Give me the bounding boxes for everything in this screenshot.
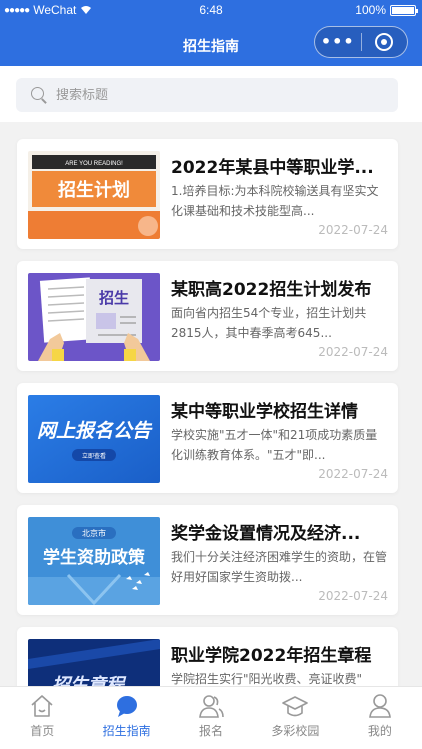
article-summary: 学校实施"五才一体"和21项成功素质量化训练教育体系。"五才"即... [171, 428, 378, 462]
article-thumbnail: ARE YOU READING! 招生计划 [28, 151, 160, 239]
users-icon [199, 695, 224, 718]
article-thumbnail: 北京市 学生资助政策 [28, 517, 160, 605]
article-card[interactable]: 招生 某职高2022招生计划发布 面向省内招生54个专业，招生计划共2815人，… [17, 261, 398, 371]
tab-campus[interactable]: 多彩校园 [253, 687, 337, 749]
bottom-tab-bar: 首页 招生指南 报名 多彩校园 我的 [0, 686, 422, 749]
tab-label: 多彩校园 [271, 724, 320, 738]
user-icon [368, 694, 391, 718]
article-thumbnail: 招生章程 [28, 639, 160, 686]
article-summary: 1.培养目标:为本科院校输送具有坚实文化课基础和技术技能型高... [171, 184, 379, 218]
home-icon [31, 695, 53, 717]
tab-label: 我的 [367, 724, 392, 738]
battery-icon [390, 4, 418, 16]
graduation-cap-icon [282, 696, 309, 717]
thumb-title-text: 招生章程 [52, 675, 127, 686]
search-bar [0, 66, 422, 122]
article-title: 奖学金设置情况及经济... [171, 524, 361, 544]
search-icon [30, 86, 48, 104]
thumb-title-text: 网上报名公告 [37, 420, 153, 442]
article-date: 2022-07-24 [318, 589, 388, 603]
tab-register[interactable]: 报名 [169, 687, 253, 749]
article-list: ARE YOU READING! 招生计划 2022年某县中等职业学... 1.… [0, 122, 422, 686]
article-card[interactable]: 招生章程 职业学院2022年招生章程 学院招生实行"阳光收费、亮证收费" 202… [17, 627, 398, 686]
article-card[interactable]: 北京市 学生资助政策 奖学金设置情况及经济... 我们十分关注经济困难学生的资助… [17, 505, 398, 615]
close-button[interactable] [361, 33, 407, 51]
more-button[interactable]: ••• [315, 27, 361, 57]
top-bar: ●●●●● WeChat 6:48 100% 招生指南 ••• [0, 0, 422, 66]
thumb-title-text: 学生资助政策 [43, 547, 146, 568]
article-date: 2022-07-24 [318, 345, 388, 359]
thumb-title-text: 招生计划 [58, 179, 130, 201]
article-card[interactable]: 网上报名公告 立即查看 某中等职业学校招生详情 学校实施"五才一体"和21项成功… [17, 383, 398, 493]
thumb-title-text: 招生 [99, 289, 129, 307]
status-bar: ●●●●● WeChat 6:48 100% [0, 0, 422, 22]
article-summary: 面向省内招生54个专业，招生计划共2815人，其中春季高考645... [171, 306, 367, 340]
article-summary: 学院招生实行"阳光收费、亮证收费" [171, 672, 363, 686]
chat-bubble-icon [116, 696, 137, 717]
article-date: 2022-07-24 [318, 223, 388, 237]
tab-label: 招生指南 [102, 724, 151, 738]
article-card[interactable]: ARE YOU READING! 招生计划 2022年某县中等职业学... 1.… [17, 139, 398, 249]
tab-home[interactable]: 首页 [0, 687, 84, 749]
thumb-banner-text: ARE YOU READING! [65, 161, 123, 167]
close-icon [375, 33, 394, 51]
tab-label: 报名 [199, 724, 224, 738]
search-box[interactable] [16, 78, 398, 112]
article-thumbnail: 招生 [28, 273, 160, 361]
miniprogram-capsule: ••• [314, 26, 408, 58]
tab-profile[interactable]: 我的 [338, 687, 422, 749]
article-summary: 我们十分关注经济困难学生的资助，在管好用好国家学生资助拨... [171, 550, 388, 584]
article-date: 2022-07-24 [318, 467, 388, 481]
thumb-subtitle-text: 立即查看 [82, 452, 106, 460]
article-title: 职业学院2022年招生章程 [171, 646, 372, 666]
article-title: 2022年某县中等职业学... [171, 158, 374, 178]
search-input[interactable] [56, 87, 376, 103]
battery-percent: 100% [355, 3, 386, 17]
tab-label: 首页 [30, 724, 55, 738]
article-title: 某职高2022招生计划发布 [171, 280, 372, 300]
article-thumbnail: 网上报名公告 立即查看 [28, 395, 160, 483]
tab-admission-guide[interactable]: 招生指南 [84, 687, 168, 749]
article-title: 某中等职业学校招生详情 [171, 402, 358, 422]
thumb-subtitle-text: 北京市 [82, 528, 106, 538]
